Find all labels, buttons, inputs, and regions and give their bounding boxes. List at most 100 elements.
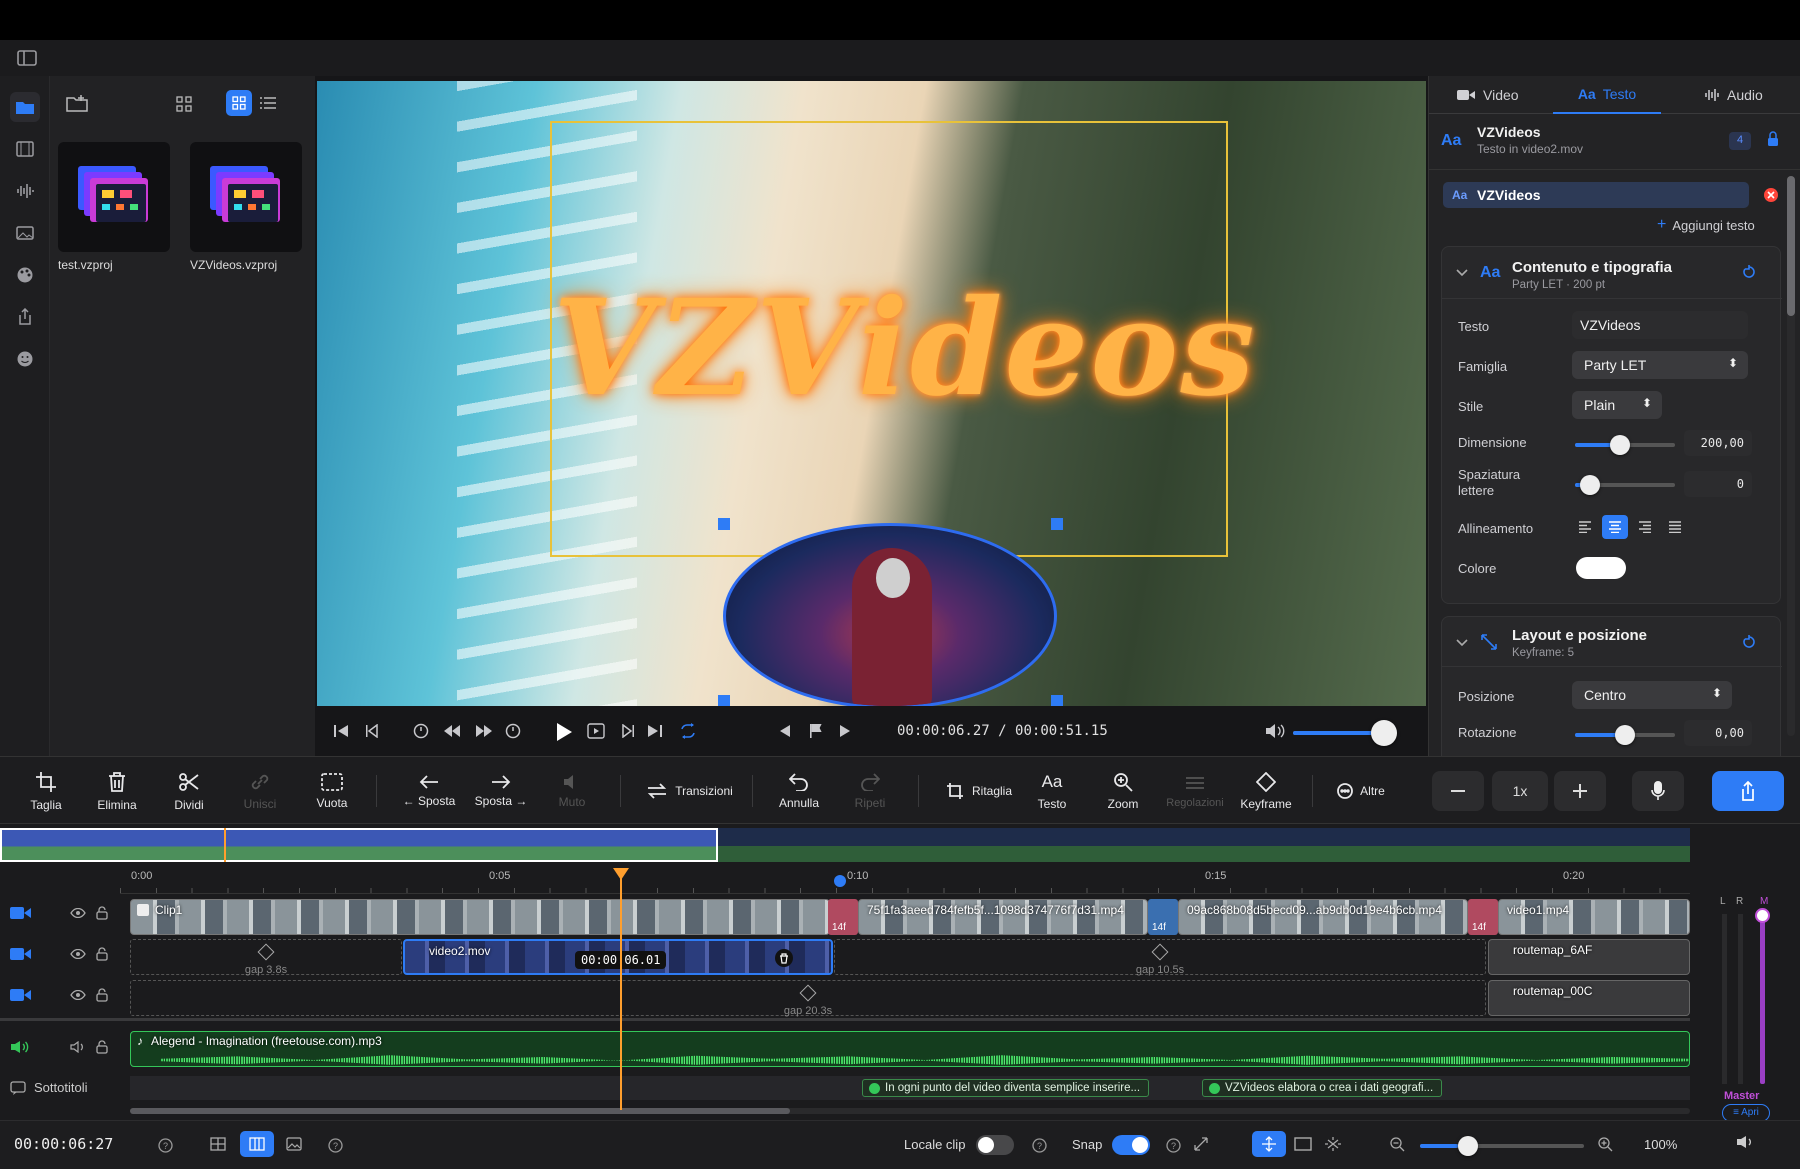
audio-clip[interactable]: ♪ Alegend - Imagination (freetouse.com).… bbox=[130, 1031, 1690, 1067]
timeline-clip[interactable]: Clip1 bbox=[130, 899, 830, 935]
position-select[interactable]: Centro ⬍ bbox=[1572, 681, 1732, 709]
adjustments-button[interactable]: Regolazioni bbox=[1160, 765, 1230, 817]
speaker-outline-icon[interactable] bbox=[70, 1041, 86, 1053]
prev-frame-icon[interactable] bbox=[365, 724, 381, 738]
loop-region-icon[interactable] bbox=[1324, 1136, 1342, 1152]
tab-video[interactable]: Video bbox=[1457, 87, 1519, 103]
delete-button[interactable]: Elimina bbox=[85, 765, 149, 817]
skip-end-icon[interactable] bbox=[647, 724, 663, 738]
video-camera-icon[interactable] bbox=[10, 947, 32, 961]
speed-display[interactable]: 1x bbox=[1492, 771, 1548, 811]
crop-button[interactable]: Ritaglia bbox=[934, 765, 1024, 817]
grid-small-icon[interactable] bbox=[176, 96, 192, 112]
speaker-icon[interactable] bbox=[10, 1040, 30, 1054]
trim-button[interactable]: Taglia bbox=[14, 765, 78, 817]
timeline-clip[interactable]: routemap_00C bbox=[1488, 980, 1690, 1016]
help-icon[interactable]: ? bbox=[158, 1138, 173, 1153]
timeline-zoom-slider[interactable] bbox=[1420, 1136, 1584, 1156]
slider-knob[interactable] bbox=[1458, 1136, 1478, 1156]
overview-visible-range[interactable] bbox=[0, 828, 718, 862]
color-swatch[interactable] bbox=[1576, 557, 1626, 579]
letter-spacing-slider[interactable] bbox=[1575, 475, 1675, 495]
inspector-scrollbar[interactable] bbox=[1787, 176, 1795, 736]
rotation-slider[interactable] bbox=[1575, 725, 1675, 745]
fast-forward-icon[interactable] bbox=[475, 724, 493, 738]
playhead-handle[interactable] bbox=[613, 868, 629, 880]
undo-button[interactable]: Annulla bbox=[767, 765, 831, 817]
locale-clip-toggle[interactable] bbox=[976, 1135, 1014, 1155]
text-button[interactable]: Aa Testo bbox=[1020, 765, 1084, 817]
skip-start-icon[interactable] bbox=[333, 724, 349, 738]
selection-handle[interactable] bbox=[718, 695, 730, 706]
transition-marker[interactable]: 14f bbox=[1148, 899, 1178, 935]
layout-image-icon[interactable] bbox=[286, 1137, 302, 1151]
mute-button[interactable]: Muto bbox=[540, 765, 604, 817]
layout-grid-icon[interactable] bbox=[210, 1137, 226, 1151]
move-right-button[interactable]: Sposta → bbox=[469, 765, 533, 817]
zoom-in-icon[interactable] bbox=[1598, 1137, 1613, 1152]
snap-toggle[interactable] bbox=[1112, 1135, 1150, 1155]
timeline-overview[interactable] bbox=[0, 828, 1690, 862]
overlay-title-text[interactable]: VZVideos bbox=[553, 271, 1255, 426]
timeline-clip[interactable]: video1.mp4 bbox=[1498, 899, 1690, 935]
palette-icon[interactable] bbox=[10, 260, 40, 290]
lock-open-icon[interactable] bbox=[96, 1040, 108, 1054]
transitions-button[interactable]: Transizioni bbox=[640, 765, 740, 817]
align-center-icon[interactable] bbox=[1602, 515, 1628, 539]
sidebar-toggle-icon[interactable] bbox=[16, 48, 38, 68]
lock-open-icon[interactable] bbox=[96, 906, 108, 920]
expand-arrows-icon[interactable] bbox=[1194, 1137, 1208, 1151]
zoom-out-button[interactable] bbox=[1432, 771, 1484, 811]
export-button[interactable] bbox=[1712, 771, 1784, 811]
reset-icon[interactable] bbox=[1742, 635, 1756, 649]
font-style-select[interactable]: Plain ⬍ bbox=[1572, 391, 1662, 419]
redo-button[interactable]: Ripeti bbox=[838, 765, 902, 817]
list-view-icon[interactable] bbox=[255, 90, 281, 116]
move-left-button[interactable]: ← Sposta bbox=[397, 765, 461, 817]
zoom-button[interactable]: Zoom bbox=[1091, 765, 1155, 817]
text-content-field[interactable]: VZVideos bbox=[1572, 311, 1748, 339]
split-button[interactable]: Dividi bbox=[157, 765, 221, 817]
playhead[interactable] bbox=[613, 868, 629, 1110]
timeline-scrollbar[interactable] bbox=[130, 1108, 1690, 1114]
slider-knob[interactable] bbox=[1610, 435, 1630, 455]
align-left-icon[interactable] bbox=[1572, 515, 1598, 539]
timeline-clip[interactable]: 09ac868b08d5becd09...ab9db0d19e4b6cb.mp4 bbox=[1178, 899, 1468, 935]
eye-icon[interactable] bbox=[70, 908, 86, 918]
timeline-ruler[interactable]: 0:00 0:05 0:10 0:15 0:20 bbox=[120, 868, 1690, 894]
tab-audio[interactable]: Audio bbox=[1705, 87, 1763, 103]
forward-5s-icon[interactable] bbox=[505, 723, 521, 739]
image-icon[interactable] bbox=[10, 218, 40, 248]
video-frame[interactable]: VZVideos bbox=[317, 81, 1426, 706]
rotation-value[interactable]: 0,00 bbox=[1684, 720, 1752, 746]
slider-knob[interactable] bbox=[1615, 725, 1635, 745]
selection-handle[interactable] bbox=[1051, 695, 1063, 706]
play-range-icon[interactable] bbox=[587, 723, 605, 739]
scrollbar-thumb[interactable] bbox=[1787, 176, 1795, 316]
letter-spacing-value[interactable]: 0 bbox=[1684, 471, 1752, 497]
eye-icon[interactable] bbox=[70, 949, 86, 959]
help-icon[interactable]: ? bbox=[1032, 1138, 1047, 1153]
master-volume-knob[interactable] bbox=[1755, 908, 1770, 923]
tab-testo[interactable]: Aa Testo bbox=[1553, 76, 1661, 114]
layout-timeline-icon[interactable] bbox=[240, 1131, 274, 1157]
media-folder-icon[interactable] bbox=[10, 92, 40, 122]
loop-icon[interactable] bbox=[679, 723, 697, 739]
selection-handle[interactable] bbox=[718, 518, 730, 530]
section-header[interactable]: Aa Contenuto e tipografia Party LET · 20… bbox=[1442, 247, 1782, 299]
gap-block[interactable]: gap 20.3s bbox=[130, 980, 1486, 1017]
timeline-clip[interactable]: routemap_6AF bbox=[1488, 939, 1690, 975]
back-5s-icon[interactable] bbox=[413, 723, 429, 739]
help-icon[interactable]: ? bbox=[1166, 1138, 1181, 1153]
join-button[interactable]: Unisci bbox=[228, 765, 292, 817]
master-volume-slider[interactable] bbox=[1755, 908, 1770, 1084]
play-icon[interactable] bbox=[555, 722, 573, 742]
text-layer-chip[interactable]: Aa VZVideos bbox=[1443, 182, 1749, 208]
clear-button[interactable]: Vuota bbox=[300, 765, 364, 817]
grid-view-icon[interactable] bbox=[226, 90, 252, 116]
video-camera-icon[interactable] bbox=[10, 988, 32, 1002]
keyframe-button[interactable]: Keyframe bbox=[1233, 765, 1299, 817]
rewind-icon[interactable] bbox=[443, 724, 461, 738]
add-text-button[interactable]: + Aggiungi testo bbox=[1657, 216, 1755, 234]
more-button[interactable]: Altre bbox=[1325, 765, 1397, 817]
